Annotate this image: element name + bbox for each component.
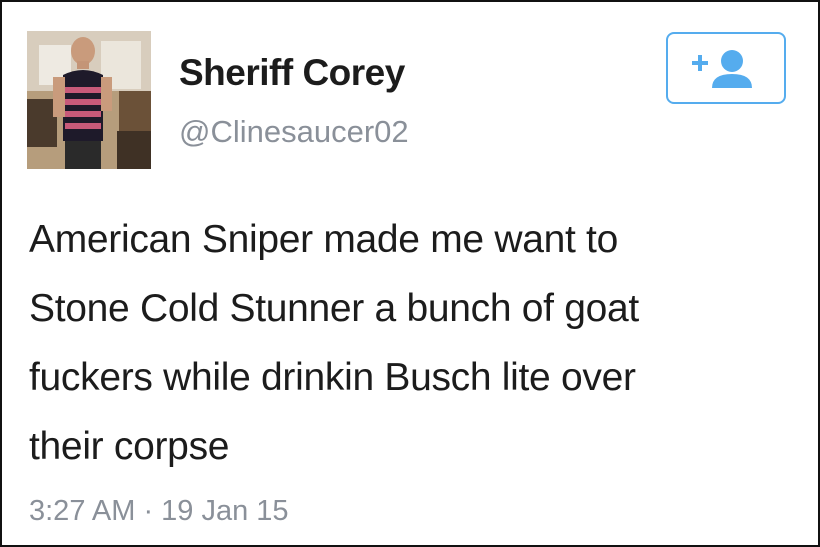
tweet-text-line: their corpse — [29, 425, 230, 468]
follow-button[interactable] — [666, 32, 786, 104]
avatar[interactable] — [27, 31, 151, 169]
tweet-text-line: fuckers while drinkin Busch lite over — [29, 356, 636, 399]
tweet-text: American Sniper made me want to Stone Co… — [29, 205, 799, 481]
avatar-photo — [27, 31, 151, 169]
tweet-text-line: Stone Cold Stunner a bunch of goat — [29, 287, 639, 330]
tweet-text-line: American Sniper made me want to — [29, 218, 618, 261]
display-name[interactable]: Sheriff Corey — [179, 52, 405, 94]
user-handle[interactable]: @Clinesaucer02 — [179, 114, 409, 150]
add-user-icon — [692, 50, 752, 88]
timestamp[interactable]: 3:27 AM · 19 Jan 15 — [29, 495, 289, 528]
tweet-card: Sheriff Corey @Clinesaucer02 American Sn… — [0, 0, 820, 547]
